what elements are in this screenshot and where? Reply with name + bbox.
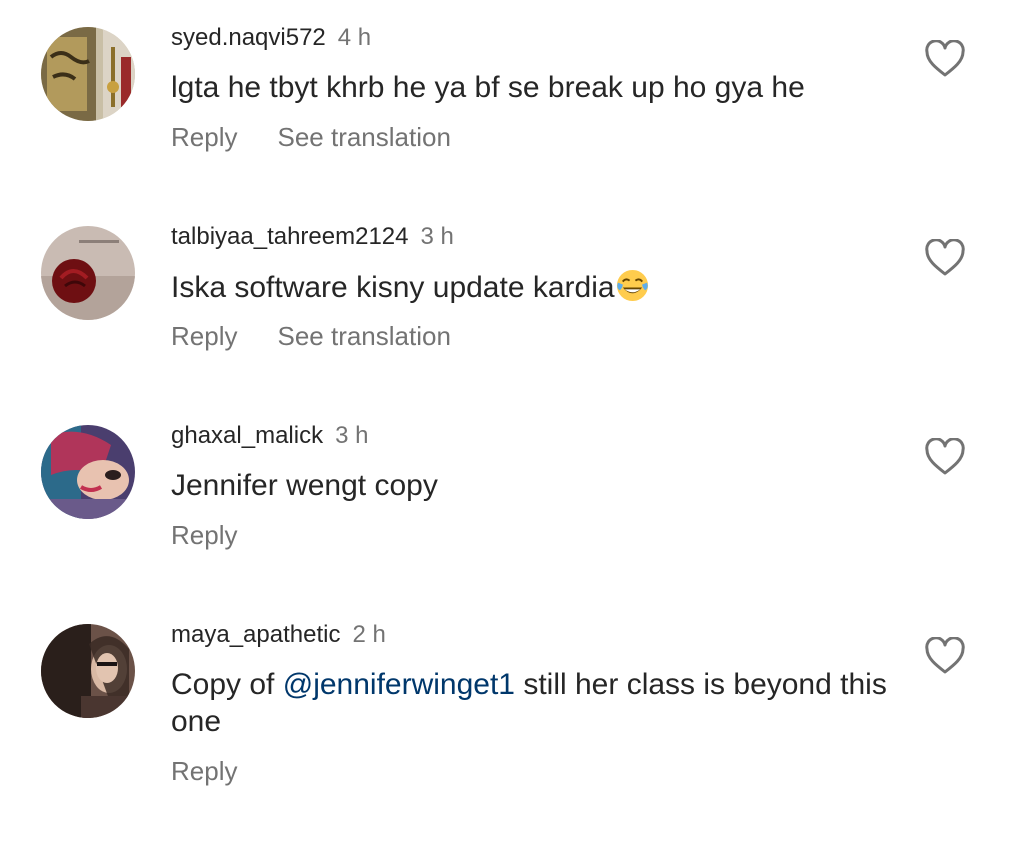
see-translation-button[interactable]: See translation <box>277 321 450 351</box>
heart-outline-icon[interactable] <box>924 437 966 476</box>
avatar[interactable] <box>41 425 135 519</box>
reply-button[interactable]: Reply <box>171 122 237 152</box>
reply-button[interactable]: Reply <box>171 321 237 351</box>
comment-meta: maya_apathetic 2 h <box>171 621 386 649</box>
mention-link[interactable]: @jenniferwinget1 <box>283 668 515 701</box>
comment-actions: Reply See translation <box>171 122 451 152</box>
comment-meta: talbiyaa_tahreem2124 3 h <box>171 223 454 251</box>
comment-text: lgta he tbyt khrb he ya bf se break up h… <box>171 71 805 104</box>
avatar[interactable] <box>41 27 135 121</box>
comment-text: Copy of @jenniferwinget1 still her class… <box>171 666 891 740</box>
avatar[interactable] <box>41 226 135 320</box>
username[interactable]: ghaxal_malick <box>171 422 323 449</box>
timestamp: 3 h <box>420 223 454 250</box>
timestamp: 2 h <box>352 621 386 648</box>
comment-actions: Reply See translation <box>171 321 451 351</box>
reply-button[interactable]: Reply <box>171 520 237 550</box>
reply-button[interactable]: Reply <box>171 756 237 786</box>
username[interactable]: syed.naqvi572 <box>171 24 326 51</box>
comment-text-content: Iska software kisny update kardia <box>171 271 615 304</box>
username[interactable]: maya_apathetic <box>171 621 340 648</box>
heart-outline-icon[interactable] <box>924 39 966 78</box>
username[interactable]: talbiyaa_tahreem2124 <box>171 223 409 250</box>
comment-text: Jennifer wengt copy <box>171 469 438 502</box>
comment-text: Iska software kisny update kardia <box>171 268 891 306</box>
comment-text-before: Copy of <box>171 668 283 701</box>
comment-actions: Reply <box>171 756 237 786</box>
comment-meta: ghaxal_malick 3 h <box>171 422 368 450</box>
see-translation-button[interactable]: See translation <box>277 122 450 152</box>
heart-outline-icon[interactable] <box>924 636 966 675</box>
avatar[interactable] <box>41 624 135 718</box>
comment-meta: syed.naqvi572 4 h <box>171 24 371 52</box>
face-with-tears-of-joy-emoji <box>615 268 650 303</box>
comment-actions: Reply <box>171 520 237 550</box>
heart-outline-icon[interactable] <box>924 238 966 277</box>
timestamp: 3 h <box>335 422 369 449</box>
timestamp: 4 h <box>337 24 372 51</box>
